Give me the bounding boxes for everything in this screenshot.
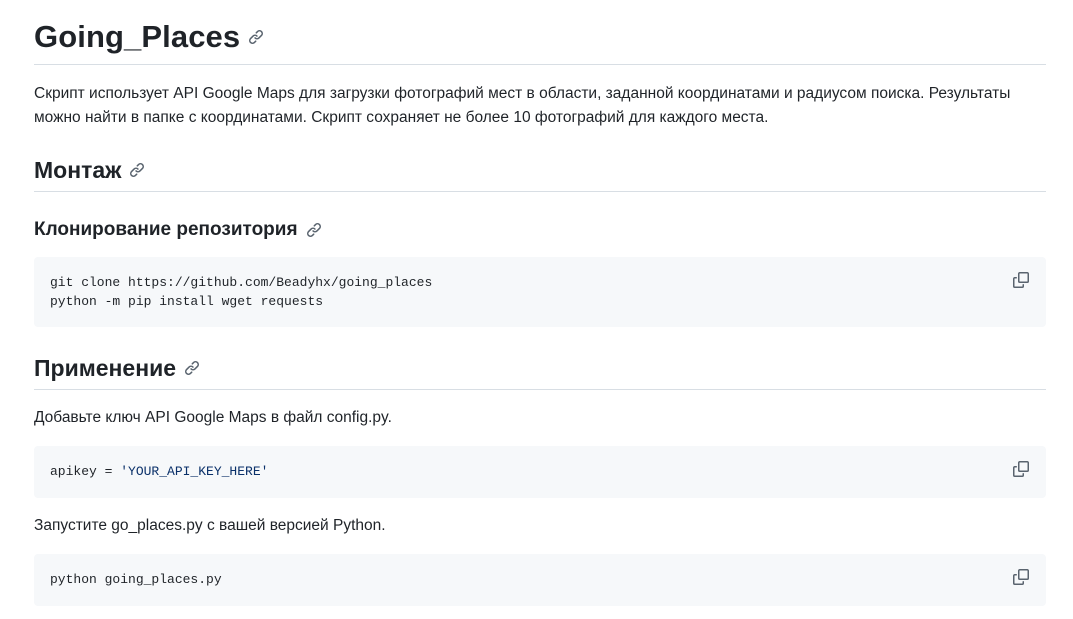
readme-title: Going_Places xyxy=(34,0,1046,65)
copy-icon xyxy=(1013,569,1029,585)
readme-title-text: Going_Places xyxy=(34,19,241,54)
copy-button[interactable] xyxy=(1010,269,1032,291)
run-code-block: python going_places.py xyxy=(34,554,1046,606)
usage-heading: Применение xyxy=(34,353,1046,390)
apikey-code: apikey = 'YOUR_API_KEY_HERE' xyxy=(34,446,1046,497)
install-heading: Монтаж xyxy=(34,155,1046,192)
copy-button[interactable] xyxy=(1010,566,1032,588)
link-icon[interactable] xyxy=(306,222,322,238)
usage-heading-text: Применение xyxy=(34,354,177,381)
copy-icon xyxy=(1013,461,1029,477)
clone-code-block: git clone https://github.com/Beadyhx/goi… xyxy=(34,257,1046,327)
code-line: git clone https://github.com/Beadyhx/goi… xyxy=(50,275,433,290)
readme-article: Going_Places Скрипт использует API Googl… xyxy=(34,0,1046,606)
link-icon[interactable] xyxy=(129,162,145,178)
clone-code: git clone https://github.com/Beadyhx/goi… xyxy=(34,257,1046,327)
usage-text-config: Добавьте ключ API Google Maps в файл con… xyxy=(34,409,392,426)
copy-icon xyxy=(1013,272,1029,288)
link-icon[interactable] xyxy=(184,360,200,376)
apikey-code-block: apikey = 'YOUR_API_KEY_HERE' xyxy=(34,446,1046,498)
code-line: python going_places.py xyxy=(50,572,222,587)
intro-paragraph: Скрипт использует API Google Maps для за… xyxy=(34,85,1011,126)
copy-button[interactable] xyxy=(1010,458,1032,480)
code-line: python -m pip install wget requests xyxy=(50,294,324,309)
link-icon[interactable] xyxy=(248,29,264,45)
clone-heading-text: Клонирование репозитория xyxy=(34,219,298,240)
install-heading-text: Монтаж xyxy=(34,156,122,183)
code-assignment: apikey = xyxy=(50,464,121,479)
clone-heading: Клонирование репозитория xyxy=(34,217,1046,243)
run-code: python going_places.py xyxy=(34,554,1046,605)
code-string: 'YOUR_API_KEY_HERE' xyxy=(120,464,269,479)
usage-text-run: Запустите go_places.py с вашей версией P… xyxy=(34,517,386,534)
